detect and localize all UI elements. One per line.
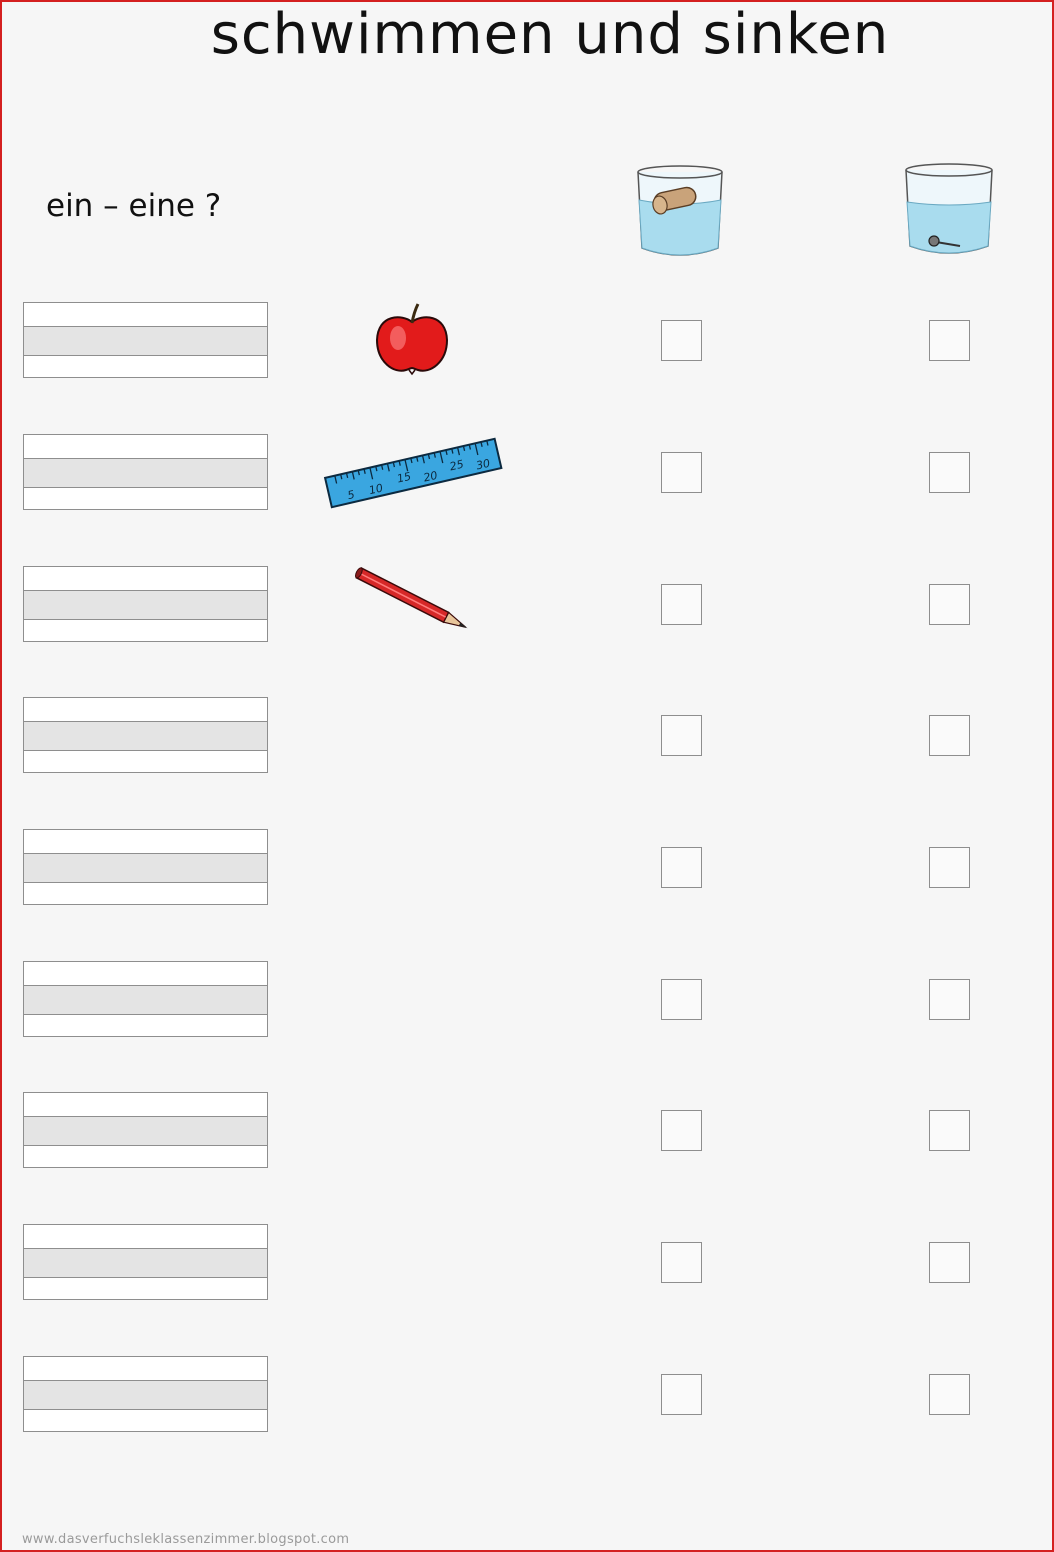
sink-checkbox[interactable] [929,847,970,888]
writing-lines[interactable] [23,566,268,642]
sink-checkbox[interactable] [929,1242,970,1283]
writing-lines[interactable] [23,961,268,1037]
float-checkbox[interactable] [661,452,702,493]
answer-row-8 [0,1224,1054,1300]
float-checkbox[interactable] [661,1374,702,1415]
answer-row-9 [0,1356,1054,1432]
answer-row-3 [0,566,1054,642]
sink-checkbox[interactable] [929,452,970,493]
writing-lines[interactable] [23,1092,268,1168]
float-checkbox[interactable] [661,584,702,625]
float-checkbox[interactable] [661,715,702,756]
writing-lines[interactable] [23,1356,268,1432]
pencil-icon [355,566,468,629]
writing-lines[interactable] [23,829,268,905]
float-checkbox[interactable] [661,320,702,361]
writing-lines[interactable] [23,697,268,773]
answer-row-5 [0,829,1054,905]
page-title: schwimmen und sinken [210,2,890,67]
writing-lines[interactable] [23,1224,268,1300]
article-question: ein – eine ? [46,188,222,224]
sink-checkbox[interactable] [929,1374,970,1415]
answer-row-6 [0,961,1054,1037]
ruler-icon: 5 10 15 20 25 30 [323,437,503,509]
website-credit: www.dasverfuchsleklassenzimmer.blogspot.… [22,1532,350,1547]
writing-lines[interactable] [23,302,268,378]
apple-icon [375,303,449,376]
answer-row-2 [0,434,1054,510]
float-checkbox[interactable] [661,979,702,1020]
page-border [0,0,1054,1552]
floating-object-glass-icon [637,165,723,256]
answer-row-4 [0,697,1054,773]
sink-checkbox[interactable] [929,715,970,756]
sink-checkbox[interactable] [929,320,970,361]
writing-lines[interactable] [23,434,268,510]
sink-checkbox[interactable] [929,1110,970,1151]
sink-checkbox[interactable] [929,979,970,1020]
answer-row-7 [0,1092,1054,1168]
sink-checkbox[interactable] [929,584,970,625]
float-checkbox[interactable] [661,847,702,888]
answer-row-1 [0,302,1054,378]
float-checkbox[interactable] [661,1110,702,1151]
sinking-object-glass-icon [905,163,993,254]
float-checkbox[interactable] [661,1242,702,1283]
